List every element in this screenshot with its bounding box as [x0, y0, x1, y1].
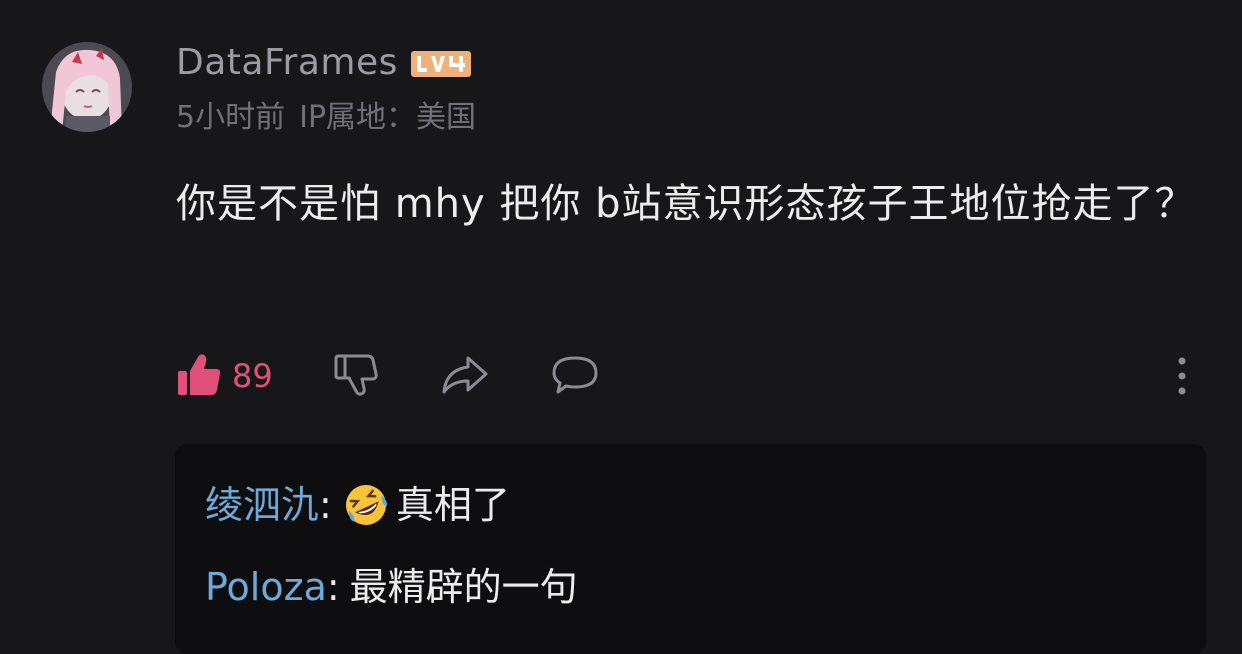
- comment-time: 5小时前: [176, 100, 286, 135]
- thumbs-down-icon: [332, 350, 380, 402]
- reply-colon: :: [319, 483, 332, 527]
- username[interactable]: DataFrames: [176, 40, 398, 86]
- reply-text: 真相了: [395, 483, 510, 527]
- comment-text: 你是不是怕 mhy 把你 b站意识形态孩子王地位抢走了？: [176, 181, 1196, 227]
- like-button[interactable]: 89: [176, 348, 273, 404]
- reply-button[interactable]: [550, 348, 600, 404]
- reply-text: 最精辟的一句: [349, 565, 578, 609]
- action-bar: 89: [176, 348, 1206, 404]
- level-badge: [411, 49, 471, 79]
- dislike-button[interactable]: [332, 348, 380, 404]
- share-icon: [440, 350, 490, 402]
- thumbs-up-icon: [176, 351, 222, 401]
- more-vertical-icon: [1170, 350, 1194, 402]
- replies-preview[interactable]: 绫泗氿: 真相了 Poloza: 最精辟的一句: [175, 444, 1206, 654]
- reply-colon: :: [326, 565, 340, 609]
- more-options-button[interactable]: [1170, 348, 1194, 404]
- comment-meta: 5小时前 IP属地：美国: [176, 98, 490, 138]
- reply-author[interactable]: 绫泗氿: [205, 480, 319, 530]
- reply-item[interactable]: Poloza: 最精辟的一句: [205, 562, 578, 612]
- avatar[interactable]: [42, 42, 132, 132]
- comment-icon: [550, 350, 600, 402]
- reply-item[interactable]: 绫泗氿: 真相了: [205, 480, 510, 530]
- laughing-emoji-icon: [342, 481, 390, 529]
- like-count: 89: [232, 357, 273, 395]
- reply-author[interactable]: Poloza: [205, 562, 327, 612]
- share-button[interactable]: [440, 348, 490, 404]
- ip-location: IP属地：美国: [299, 100, 477, 135]
